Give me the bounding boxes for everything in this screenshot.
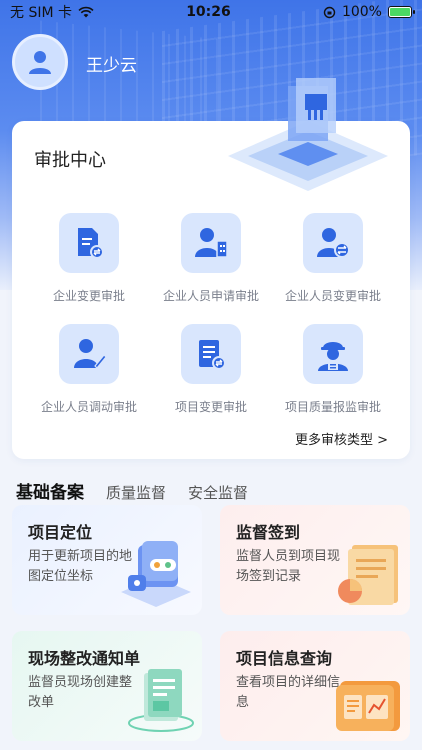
feature-card-project-location[interactable]: 项目定位 用于更新项目的地图定位坐标 bbox=[12, 505, 202, 615]
approval-item-label: 项目变更审批 bbox=[174, 400, 247, 414]
quality-inspector-icon bbox=[318, 342, 348, 371]
stacked-documents-icon bbox=[128, 669, 194, 732]
staff-change-icon bbox=[317, 228, 350, 258]
feature-description: 监督人员到项目现场签到记录 bbox=[236, 549, 341, 584]
tab-safety-supervision[interactable]: 安全监督 bbox=[188, 482, 248, 503]
orientation-lock-icon bbox=[323, 6, 336, 18]
battery-icon bbox=[387, 6, 415, 18]
approval-center-title: 审批中心 bbox=[34, 150, 106, 171]
map-folder-icon bbox=[121, 541, 191, 607]
tab-basic-filing[interactable]: 基础备案 bbox=[16, 478, 84, 503]
wifi-icon bbox=[78, 6, 94, 18]
approval-item-label: 企业人员变更审批 bbox=[284, 289, 381, 303]
carrier-label: 无 SIM 卡 bbox=[10, 5, 72, 21]
feature-title: 现场整改通知单 bbox=[28, 649, 141, 668]
approval-item-label: 企业人员申请审批 bbox=[162, 289, 259, 303]
approval-item-label: 项目质量报监审批 bbox=[284, 400, 381, 414]
feature-card-rectification-notice[interactable]: 现场整改通知单 监督员现场创建整改单 bbox=[12, 631, 202, 741]
user-name[interactable]: 王少云 bbox=[86, 51, 137, 76]
avatar[interactable] bbox=[12, 34, 68, 90]
approval-item-label: 企业人员调动审批 bbox=[40, 400, 137, 414]
tab-quality-supervision[interactable]: 质量监督 bbox=[106, 482, 166, 503]
user-icon bbox=[29, 51, 51, 74]
presentation-board-icon bbox=[336, 681, 400, 731]
approval-item-label: 企业变更审批 bbox=[52, 289, 125, 303]
approval-item-quality-inspection[interactable]: 项目质量报监审批 bbox=[267, 324, 399, 415]
status-bar: 无 SIM 卡 10:26 100% bbox=[0, 0, 422, 24]
staff-apply-icon bbox=[195, 228, 228, 258]
feature-description: 监督员现场创建整改单 bbox=[28, 675, 133, 710]
feature-title: 监督签到 bbox=[236, 523, 301, 542]
clock: 10:26 bbox=[186, 4, 231, 20]
approval-item-staff-apply[interactable]: 企业人员申请审批 bbox=[145, 213, 277, 304]
more-approval-types-link[interactable]: 更多审核类型 > bbox=[295, 429, 388, 448]
approval-item-staff-change[interactable]: 企业人员变更审批 bbox=[267, 213, 399, 304]
feature-card-supervision-checkin[interactable]: 监督签到 监督人员到项目现场签到记录 bbox=[220, 505, 410, 615]
staff-transfer-icon bbox=[74, 339, 107, 369]
category-tabs: 基础备案 质量监督 安全监督 bbox=[16, 478, 248, 503]
feature-card-project-info[interactable]: 项目信息查询 查看项目的详细信息 bbox=[220, 631, 410, 741]
approval-item-project-change[interactable]: 项目变更审批 bbox=[145, 324, 277, 415]
approval-item-staff-transfer[interactable]: 企业人员调动审批 bbox=[23, 324, 155, 415]
document-chart-icon bbox=[338, 545, 398, 605]
feature-title: 项目信息查询 bbox=[236, 649, 333, 668]
approval-item-company-change[interactable]: 企业变更审批 bbox=[23, 213, 155, 304]
feature-description: 查看项目的详细信息 bbox=[236, 675, 341, 710]
feature-title: 项目定位 bbox=[28, 523, 93, 542]
approval-center-card: 审批中心 企业变更审批 企业人员申请审批 企业人员变更审批 企业人员调动审批 项… bbox=[12, 78, 410, 459]
project-change-icon bbox=[199, 340, 226, 370]
building-illustration-icon bbox=[228, 78, 388, 191]
battery-percent: 100% bbox=[341, 4, 382, 20]
company-change-icon bbox=[78, 228, 104, 259]
